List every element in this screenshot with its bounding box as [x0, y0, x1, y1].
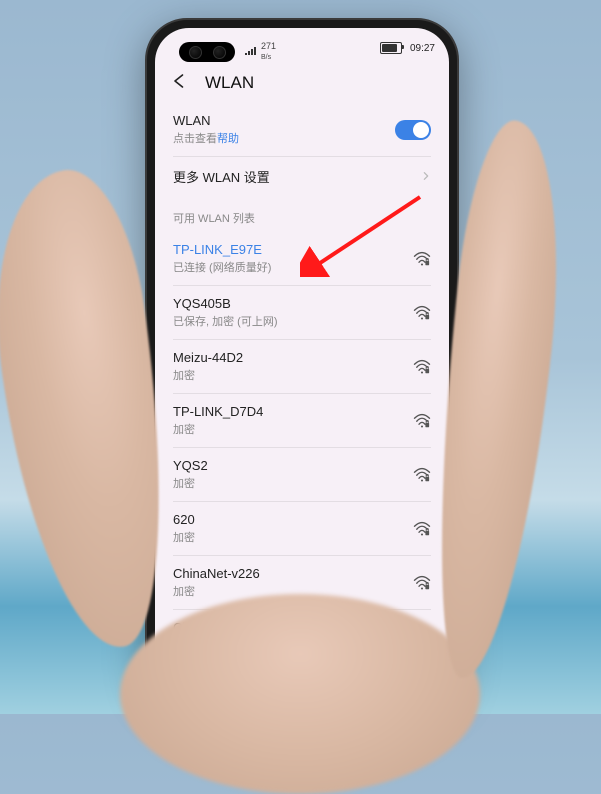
network-row[interactable]: TP-LINK_E97E 已连接 (网络质量好)	[173, 232, 431, 286]
network-status: 加密	[173, 421, 405, 437]
network-name: 620	[173, 512, 405, 527]
help-link[interactable]: 帮助	[217, 133, 239, 145]
more-wlan-settings-row[interactable]: 更多 WLAN 设置	[173, 157, 431, 196]
wifi-lock-icon	[413, 305, 431, 320]
network-name: ChinaNet-v226	[173, 566, 405, 581]
wifi-lock-icon	[413, 467, 431, 482]
network-row[interactable]: Meizu-44D2 加密	[173, 340, 431, 394]
page-title: WLAN	[205, 73, 254, 93]
status-time: 09:27	[410, 43, 435, 54]
net-speed-unit: B/s	[261, 54, 271, 61]
network-status: 加密	[173, 367, 405, 383]
network-list: TP-LINK_E97E 已连接 (网络质量好) YQS405B 已保存, 加密 (可…	[155, 232, 449, 692]
network-status: 加密	[173, 637, 405, 653]
network-name: Meizu-44D2	[173, 350, 405, 365]
phone-screen: 271 B/s 09:27 WLAN WLAN 点击查看帮助	[155, 28, 449, 692]
network-row[interactable]: TP-LINK_D7D4 加密	[173, 394, 431, 448]
wlan-toggle-title: WLAN	[173, 113, 395, 128]
status-network: 271 B/s	[245, 41, 276, 61]
wifi-lock-icon	[413, 413, 431, 428]
wifi-lock-icon	[413, 575, 431, 590]
signal-icon	[245, 47, 256, 55]
network-row[interactable]: YQS2 加密	[173, 448, 431, 502]
network-status: 加密	[173, 475, 405, 491]
back-button[interactable]	[169, 72, 187, 93]
network-status: 加密	[173, 691, 405, 692]
battery-indicator	[380, 42, 402, 54]
chevron-right-icon	[421, 169, 431, 185]
network-row[interactable]: YQS405B 已保存, 加密 (可上网)	[173, 286, 431, 340]
net-speed-value: 271	[261, 41, 276, 51]
network-name: ChinaNet-V6NF	[173, 620, 405, 635]
network-name: TP-LINK_E97E	[173, 242, 405, 257]
camera-lens	[213, 46, 226, 59]
wifi-lock-icon	[413, 359, 431, 374]
wifi-lock-icon	[413, 521, 431, 536]
network-name: TP-LINK_D7D4	[173, 404, 405, 419]
camera-lens	[189, 46, 202, 59]
network-name: YQS2	[173, 458, 405, 473]
phone-frame: 271 B/s 09:27 WLAN WLAN 点击查看帮助	[145, 18, 459, 702]
camera-cutout	[179, 42, 235, 62]
settings-section: WLAN 点击查看帮助 更多 WLAN 设置	[155, 103, 449, 196]
wifi-lock-icon	[413, 683, 431, 692]
network-status: 已连接 (网络质量好)	[173, 259, 405, 275]
more-settings-label: 更多 WLAN 设置	[173, 167, 421, 186]
wifi-lock-icon	[413, 629, 431, 644]
wifi-lock-icon	[413, 251, 431, 266]
wlan-switch[interactable]	[395, 120, 431, 140]
available-networks-header: 可用 WLAN 列表	[155, 196, 449, 232]
network-status: 加密	[173, 583, 405, 599]
network-status: 已保存, 加密 (可上网)	[173, 313, 405, 329]
page-header: WLAN	[155, 68, 449, 103]
network-row[interactable]: YQS605 加密	[173, 664, 431, 692]
network-row[interactable]: 620 加密	[173, 502, 431, 556]
network-row[interactable]: ChinaNet-v226 加密	[173, 556, 431, 610]
wlan-toggle-sub: 点击查看帮助	[173, 130, 395, 146]
network-name: YQS605	[173, 674, 405, 689]
network-status: 加密	[173, 529, 405, 545]
network-row[interactable]: ChinaNet-V6NF 加密	[173, 610, 431, 664]
network-name: YQS405B	[173, 296, 405, 311]
wlan-toggle-row[interactable]: WLAN 点击查看帮助	[173, 103, 431, 157]
